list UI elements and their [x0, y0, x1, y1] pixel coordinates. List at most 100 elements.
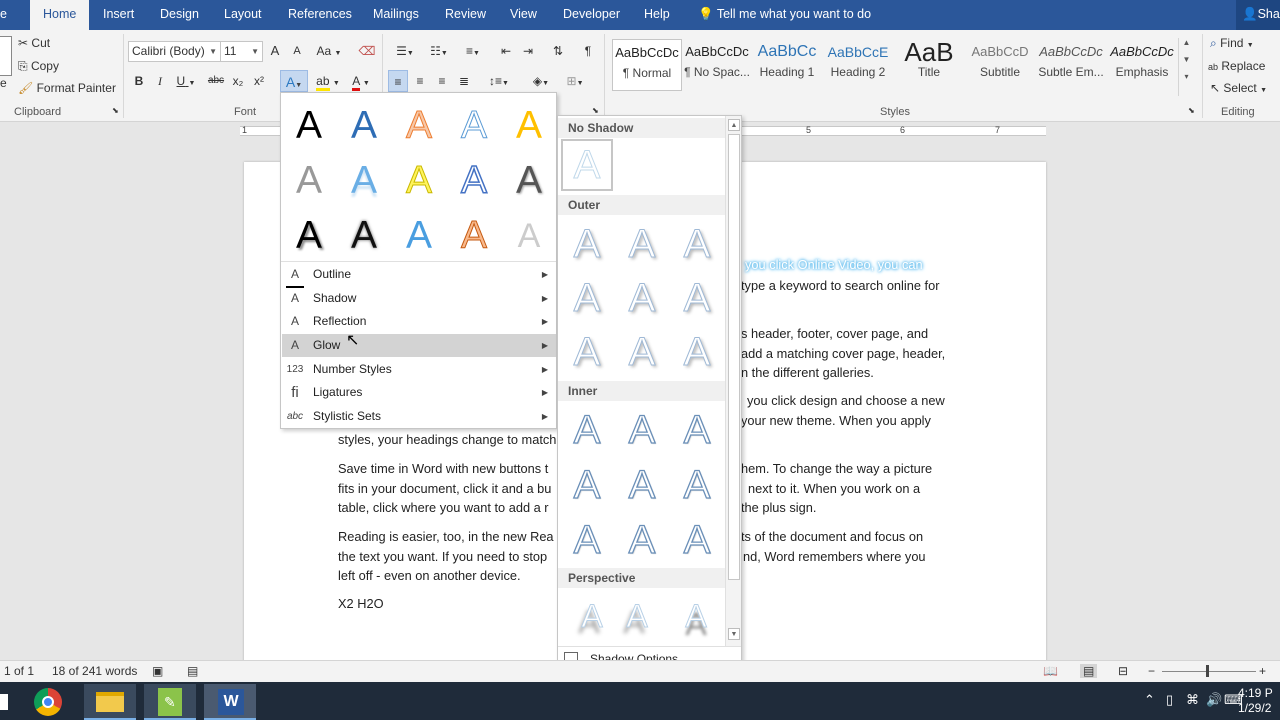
shadow-option[interactable]: A	[568, 592, 616, 640]
style-heading-2[interactable]: AaBbCcE Heading 2	[823, 39, 893, 91]
highlight-button[interactable]: ab ▼	[313, 70, 343, 92]
shadow-option[interactable]: A	[563, 328, 611, 376]
shadow-option[interactable]: A	[673, 461, 721, 509]
multilevel-list-button[interactable]: ≡▼	[458, 40, 488, 62]
shadow-option[interactable]: A	[673, 220, 721, 268]
tab-developer[interactable]: Developer	[563, 0, 620, 30]
text-effect-style[interactable]: A	[504, 101, 554, 151]
format-painter-button[interactable]: 🖌 Format Painter	[18, 81, 116, 95]
shadow-option[interactable]: A	[618, 220, 666, 268]
word-icon[interactable]: W	[204, 684, 256, 720]
change-case-button[interactable]: Aa ▼	[314, 40, 344, 62]
superscript-button[interactable]: x²	[250, 70, 268, 92]
increase-indent-button[interactable]: ⇥	[518, 40, 538, 62]
volume-icon[interactable]: 🔊	[1206, 692, 1222, 708]
shading-button[interactable]: ◈▼	[526, 70, 556, 92]
battery-icon[interactable]: ▯	[1166, 692, 1173, 708]
text-effect-style[interactable]: A	[449, 156, 499, 206]
tab-design[interactable]: Design	[160, 0, 199, 30]
borders-button[interactable]: ⊞▼	[560, 70, 590, 92]
page-count[interactable]: 1 of 1	[4, 664, 34, 678]
menu-item-stylistic-sets[interactable]: abc Stylistic Sets ▶	[282, 405, 556, 428]
user-account[interactable]: 👤Sha	[1236, 0, 1280, 30]
system-clock[interactable]: 4:19 P 1/29/2	[1238, 686, 1273, 716]
style-heading-1[interactable]: AaBbCc Heading 1	[752, 39, 822, 91]
shadow-option[interactable]: A	[673, 274, 721, 322]
print-layout-icon[interactable]: ▤	[1080, 664, 1098, 678]
shadow-option[interactable]: A	[613, 592, 661, 640]
text-effect-style[interactable]: A	[394, 156, 444, 206]
font-name-combo[interactable]: Calibri (Body) ▼	[128, 41, 221, 62]
read-mode-icon[interactable]: 📖	[1043, 664, 1058, 678]
shadow-option[interactable]: A	[618, 274, 666, 322]
style-normal[interactable]: AaBbCcDc ¶ Normal	[612, 39, 682, 91]
decrease-indent-button[interactable]: ⇤	[496, 40, 516, 62]
bullets-button[interactable]: ☰▼	[390, 40, 420, 62]
tell-me-search[interactable]: 💡 Tell me what you want to do	[698, 0, 871, 30]
style-no-spacing[interactable]: AaBbCcDc ¶ No Spac...	[682, 39, 752, 91]
shadow-option[interactable]: A	[563, 406, 611, 454]
tab-insert[interactable]: Insert	[103, 0, 134, 30]
zoom-out-icon[interactable]: −	[1148, 664, 1155, 678]
chrome-icon[interactable]	[22, 684, 74, 720]
tab-view[interactable]: View	[510, 0, 537, 30]
text-effect-style[interactable]: A	[284, 156, 334, 206]
text-effect-style[interactable]: A	[394, 211, 444, 261]
menu-item-reflection[interactable]: A Reflection ▶	[282, 310, 556, 333]
line-spacing-button[interactable]: ↕≡▼	[484, 70, 514, 92]
sort-button[interactable]: ⇅	[548, 40, 568, 62]
text-effect-style[interactable]: A	[504, 211, 554, 261]
text-effect-style[interactable]: A	[284, 211, 334, 261]
font-color-button[interactable]: A ▼	[346, 70, 376, 92]
text-effect-style[interactable]: A	[339, 101, 389, 151]
style-subtitle[interactable]: AaBbCcD Subtitle	[965, 39, 1035, 91]
text-effect-style[interactable]: A	[394, 101, 444, 151]
text-effect-style[interactable]: A	[284, 101, 334, 151]
text-effect-style[interactable]: A	[339, 156, 389, 206]
shadow-option[interactable]: A	[563, 461, 611, 509]
tab-help[interactable]: Help	[644, 0, 670, 30]
styles-gallery-scroll[interactable]: ▲ ▼ ▾	[1178, 38, 1194, 96]
paragraph-launcher-icon[interactable]: ⬊	[592, 106, 599, 115]
align-left-button[interactable]: ≡	[388, 70, 408, 92]
find-button[interactable]: ⌕ Find ▼	[1210, 36, 1254, 51]
zoom-slider-thumb[interactable]	[1206, 665, 1209, 677]
chevron-up-icon[interactable]: ▲	[1179, 38, 1194, 47]
justify-button[interactable]: ≣	[454, 70, 474, 92]
style-subtle-emphasis[interactable]: AaBbCcDc Subtle Em...	[1036, 39, 1106, 91]
scrollbar-thumb[interactable]	[728, 134, 740, 580]
grow-font-button[interactable]: A	[266, 40, 284, 62]
notepad-plus-icon[interactable]: ✎	[144, 684, 196, 720]
shadow-option[interactable]: A	[618, 406, 666, 454]
align-right-button[interactable]: ≡	[432, 70, 452, 92]
menu-item-ligatures[interactable]: fi Ligatures ▶	[282, 381, 556, 404]
zoom-in-icon[interactable]: +	[1259, 664, 1266, 678]
shadow-option[interactable]: A	[563, 274, 611, 322]
paste-icon[interactable]	[0, 36, 12, 76]
shadow-option[interactable]: A	[618, 516, 666, 564]
tab-home[interactable]: Home	[30, 0, 90, 30]
replace-button[interactable]: ab Replace	[1208, 59, 1265, 73]
font-size-combo[interactable]: 11 ▼	[220, 41, 263, 62]
subscript-button[interactable]: x₂	[229, 70, 247, 92]
italic-button[interactable]: I	[151, 70, 169, 92]
style-emphasis[interactable]: AaBbCcDc Emphasis	[1107, 39, 1177, 91]
zoom-slider[interactable]	[1162, 671, 1256, 672]
web-layout-icon[interactable]: ⊟	[1118, 664, 1128, 678]
menu-item-shadow[interactable]: A Shadow ▶	[282, 287, 556, 310]
proofing-icon[interactable]: ▣	[152, 664, 163, 678]
tab-review[interactable]: Review	[445, 0, 486, 30]
copy-button[interactable]: ⎘ Copy	[18, 59, 59, 74]
clear-formatting-button[interactable]: ⌫	[356, 40, 378, 62]
show-formatting-button[interactable]: ¶	[578, 40, 598, 62]
numbering-button[interactable]: ☷▼	[424, 40, 454, 62]
file-explorer-icon[interactable]	[84, 684, 136, 720]
text-effect-style[interactable]: A	[504, 156, 554, 206]
bold-button[interactable]: B	[130, 70, 148, 92]
shadow-option[interactable]: A	[618, 328, 666, 376]
gallery-scrollbar[interactable]: ▲ ▼	[725, 116, 741, 646]
styles-launcher-icon[interactable]: ⬊	[1188, 106, 1195, 115]
shadow-option[interactable]: A	[673, 406, 721, 454]
text-effect-style[interactable]: A	[449, 211, 499, 261]
more-icon[interactable]: ▾	[1179, 72, 1194, 81]
